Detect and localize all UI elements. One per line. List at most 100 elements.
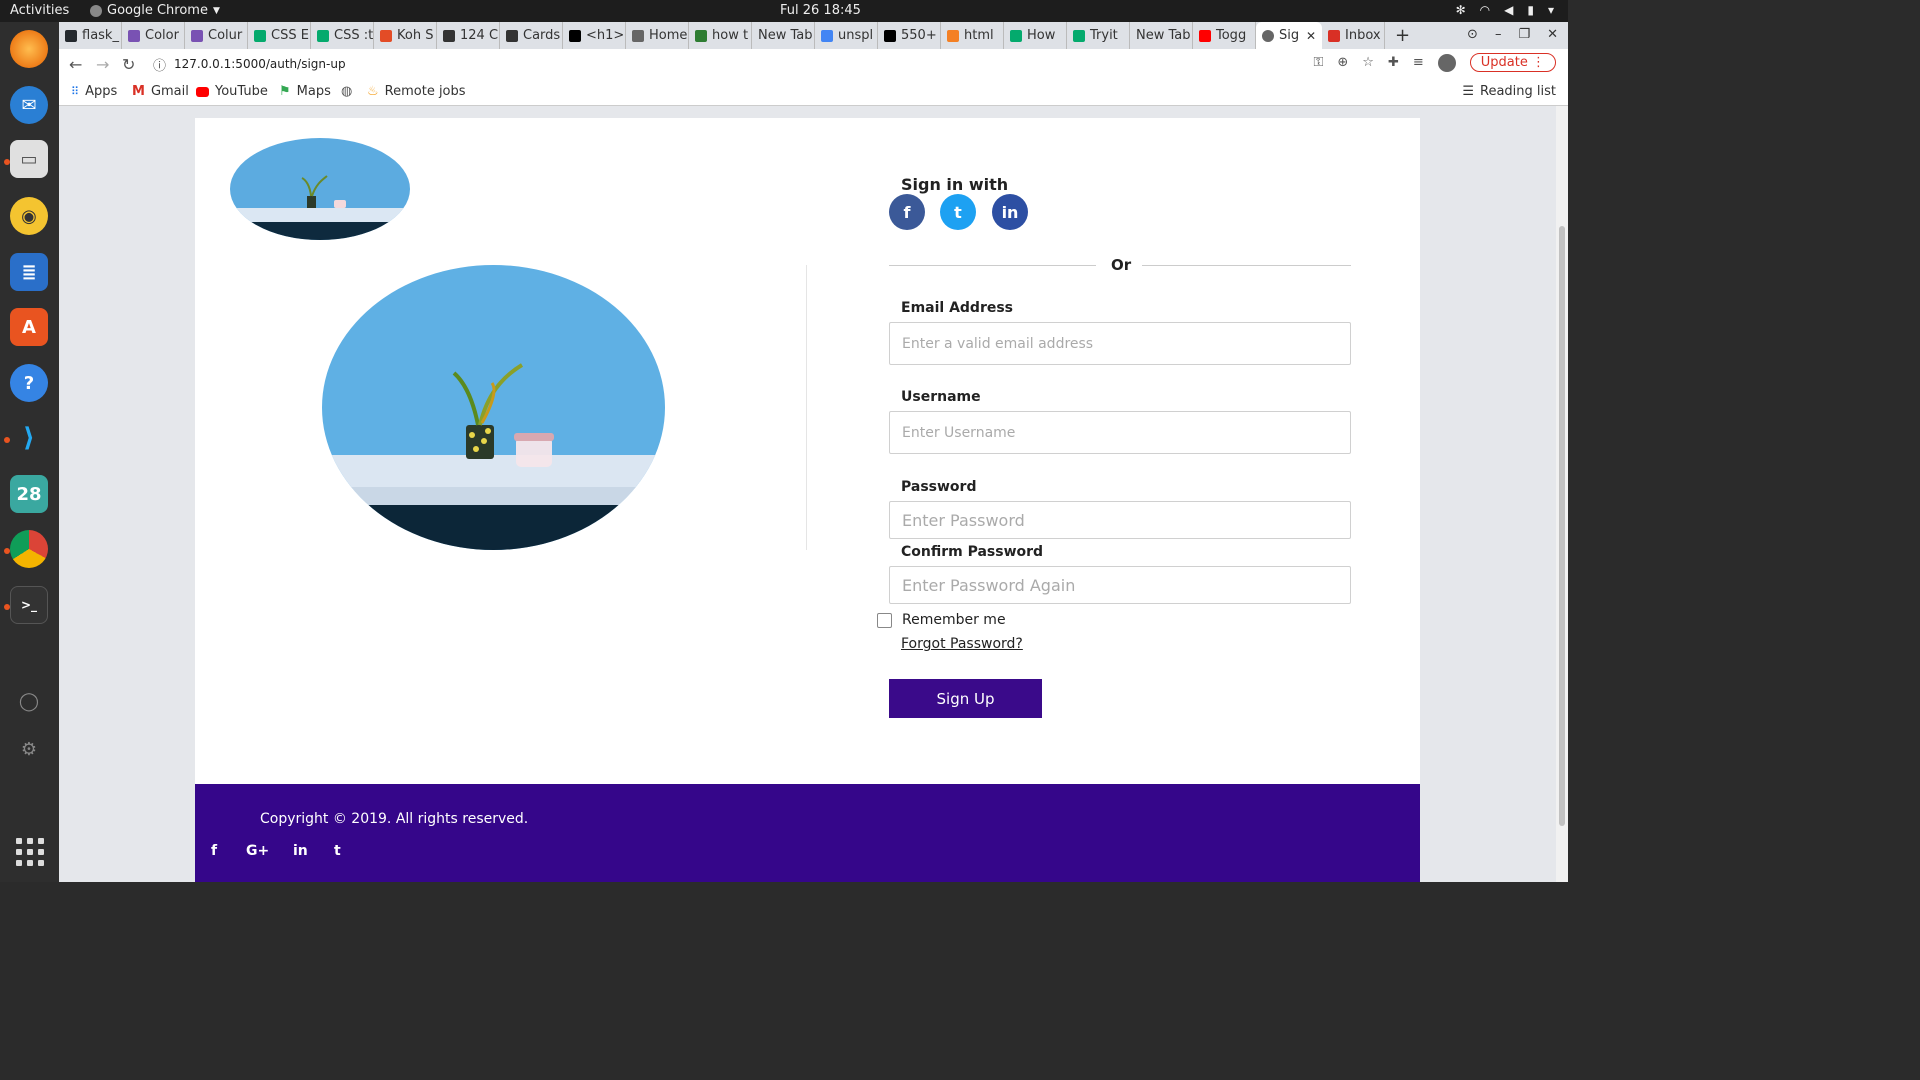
help-icon[interactable]: ? (10, 364, 48, 402)
sign-up-label: Sign Up (936, 689, 995, 708)
files-icon[interactable]: ▭ (10, 140, 48, 178)
tab-15[interactable]: How (1004, 22, 1067, 49)
firefox-icon[interactable] (10, 30, 48, 68)
tab-7[interactable]: Cards (500, 22, 563, 49)
tab-13[interactable]: 550+ (878, 22, 941, 49)
tab-12[interactable]: unspl (815, 22, 878, 49)
page-scrollbar[interactable] (1556, 106, 1568, 882)
email-label: Email Address (901, 300, 1014, 316)
user-icon[interactable]: ◯ (10, 682, 48, 720)
bookmark-globe[interactable]: ◍ (341, 84, 352, 99)
remember-me-checkbox[interactable] (877, 612, 892, 628)
site-info-icon[interactable]: ⓘ (153, 55, 166, 74)
bookmark-gmail[interactable]: M Gmail (132, 84, 189, 99)
remember-me-row[interactable]: Remember me (877, 612, 1006, 628)
tab-label: Togg (1216, 28, 1247, 43)
tab-label: html (964, 28, 994, 43)
bookmark-youtube[interactable]: YouTube (196, 84, 268, 99)
key-icon[interactable]: ⚿ (1313, 55, 1323, 70)
tab-search-icon[interactable]: ⊙ (1467, 27, 1478, 42)
email-field[interactable] (889, 322, 1351, 365)
forgot-password-link[interactable]: Forgot Password? (901, 636, 1023, 652)
show-applications-icon[interactable] (16, 838, 44, 866)
plant-image-large (322, 265, 665, 550)
bookmark-maps[interactable]: ⚑ Maps (279, 84, 331, 99)
linkedin-icon: in (1001, 202, 1019, 222)
extensions-icon[interactable]: ✚ (1388, 55, 1399, 70)
settings-gear-icon[interactable]: ⚙ (10, 730, 48, 768)
rhythmbox-icon[interactable]: ◉ (10, 197, 48, 235)
writer-icon[interactable]: ≣ (10, 253, 48, 291)
sign-up-button[interactable]: Sign Up (889, 679, 1042, 718)
reading-list-button[interactable]: ☰ Reading list (1462, 84, 1556, 99)
tab-16[interactable]: Tryit (1067, 22, 1130, 49)
password-field[interactable] (889, 501, 1351, 539)
new-tab-button[interactable]: + (1395, 25, 1410, 46)
tab-14[interactable]: html (941, 22, 1004, 49)
tab-9[interactable]: Home (626, 22, 689, 49)
close-icon[interactable]: ✕ (1306, 29, 1316, 43)
tab-4[interactable]: CSS :t (311, 22, 374, 49)
scrollbar-thumb[interactable] (1559, 226, 1565, 826)
profile-avatar[interactable] (1437, 53, 1456, 72)
tab-label: CSS :t (334, 28, 374, 43)
tab-8[interactable]: <h1> (563, 22, 626, 49)
chrome-dock-icon[interactable] (10, 530, 48, 568)
volume-icon: ◀ (1504, 3, 1514, 17)
linkedin-icon[interactable]: in (293, 843, 308, 859)
tab-favicon-icon (506, 29, 518, 42)
bookmark-remote-jobs[interactable]: ♨ Remote jobs (367, 84, 466, 99)
calendar-icon[interactable]: 28 (10, 475, 48, 513)
facebook-icon[interactable]: f (211, 843, 217, 859)
tab-0[interactable]: flask_ (59, 22, 122, 49)
zoom-icon[interactable]: ⊕ (1337, 55, 1348, 70)
tab-label: 124 C (460, 28, 499, 43)
twitter-icon[interactable]: t (334, 843, 341, 859)
browser-toolbar: ← → ↻ ⓘ 127.0.0.1:5000/auth/sign-up ⚿ ⊕ … (59, 49, 1568, 79)
tab-5[interactable]: Koh S (374, 22, 437, 49)
twitter-button[interactable]: t (940, 194, 976, 230)
bookmark-apps[interactable]: ⠿ Apps (71, 84, 117, 99)
tab-17[interactable]: New Tab (1130, 22, 1193, 49)
restore-icon[interactable]: ❐ (1518, 27, 1530, 42)
thunderbird-icon[interactable]: ✉ (10, 86, 48, 124)
tab-label: How (1027, 28, 1056, 43)
tab-inbox[interactable]: Inbox (1322, 22, 1385, 49)
terminal-icon[interactable]: >_ (10, 586, 48, 624)
facebook-button[interactable]: f (889, 194, 925, 230)
tab-6[interactable]: 124 C (437, 22, 500, 49)
tab-1[interactable]: Color (122, 22, 185, 49)
app-menu[interactable]: Google Chrome ▼ (90, 3, 220, 18)
activities-button[interactable]: Activities (10, 3, 69, 18)
system-tray[interactable]: ✻ ◠ ◀ ▮ ▾ (1456, 3, 1554, 17)
close-window-icon[interactable]: ✕ (1547, 27, 1558, 42)
software-center-icon[interactable]: A (10, 308, 48, 346)
linkedin-button[interactable]: in (992, 194, 1028, 230)
vscode-icon[interactable]: ⟩ (10, 419, 48, 457)
tab-10[interactable]: how t (689, 22, 752, 49)
apps-grid-icon: ⠿ (71, 85, 80, 98)
tab-18[interactable]: Togg (1193, 22, 1256, 49)
address-bar[interactable]: ⓘ 127.0.0.1:5000/auth/sign-up (147, 52, 1347, 76)
update-button[interactable]: Update ⋮ (1469, 53, 1556, 72)
back-arrow-icon[interactable]: ← (69, 55, 82, 74)
tab-2[interactable]: Colur (185, 22, 248, 49)
bookmark-label: Remote jobs (384, 84, 466, 99)
tab-favicon-icon (632, 29, 644, 42)
star-icon[interactable]: ☆ (1362, 55, 1374, 70)
tab-favicon-icon (884, 29, 896, 42)
tab-active[interactable]: Sig ✕ (1256, 22, 1322, 49)
tab-3[interactable]: CSS E (248, 22, 311, 49)
tab-label: Koh S (397, 28, 434, 43)
forward-arrow-icon[interactable]: → (96, 55, 109, 74)
tab-11[interactable]: New Tab (752, 22, 815, 49)
clock[interactable]: Ful 26 18:45 (780, 3, 861, 18)
wifi-icon: ◠ (1479, 3, 1491, 17)
username-field[interactable] (889, 411, 1351, 454)
confirm-password-field[interactable] (889, 566, 1351, 604)
media-icon[interactable]: ≡ (1413, 55, 1424, 70)
minimize-icon[interactable]: – (1495, 27, 1502, 42)
sign-in-with-label: Sign in with (901, 175, 1009, 194)
reload-icon[interactable]: ↻ (122, 55, 135, 74)
google-plus-icon[interactable]: G+ (246, 843, 269, 859)
